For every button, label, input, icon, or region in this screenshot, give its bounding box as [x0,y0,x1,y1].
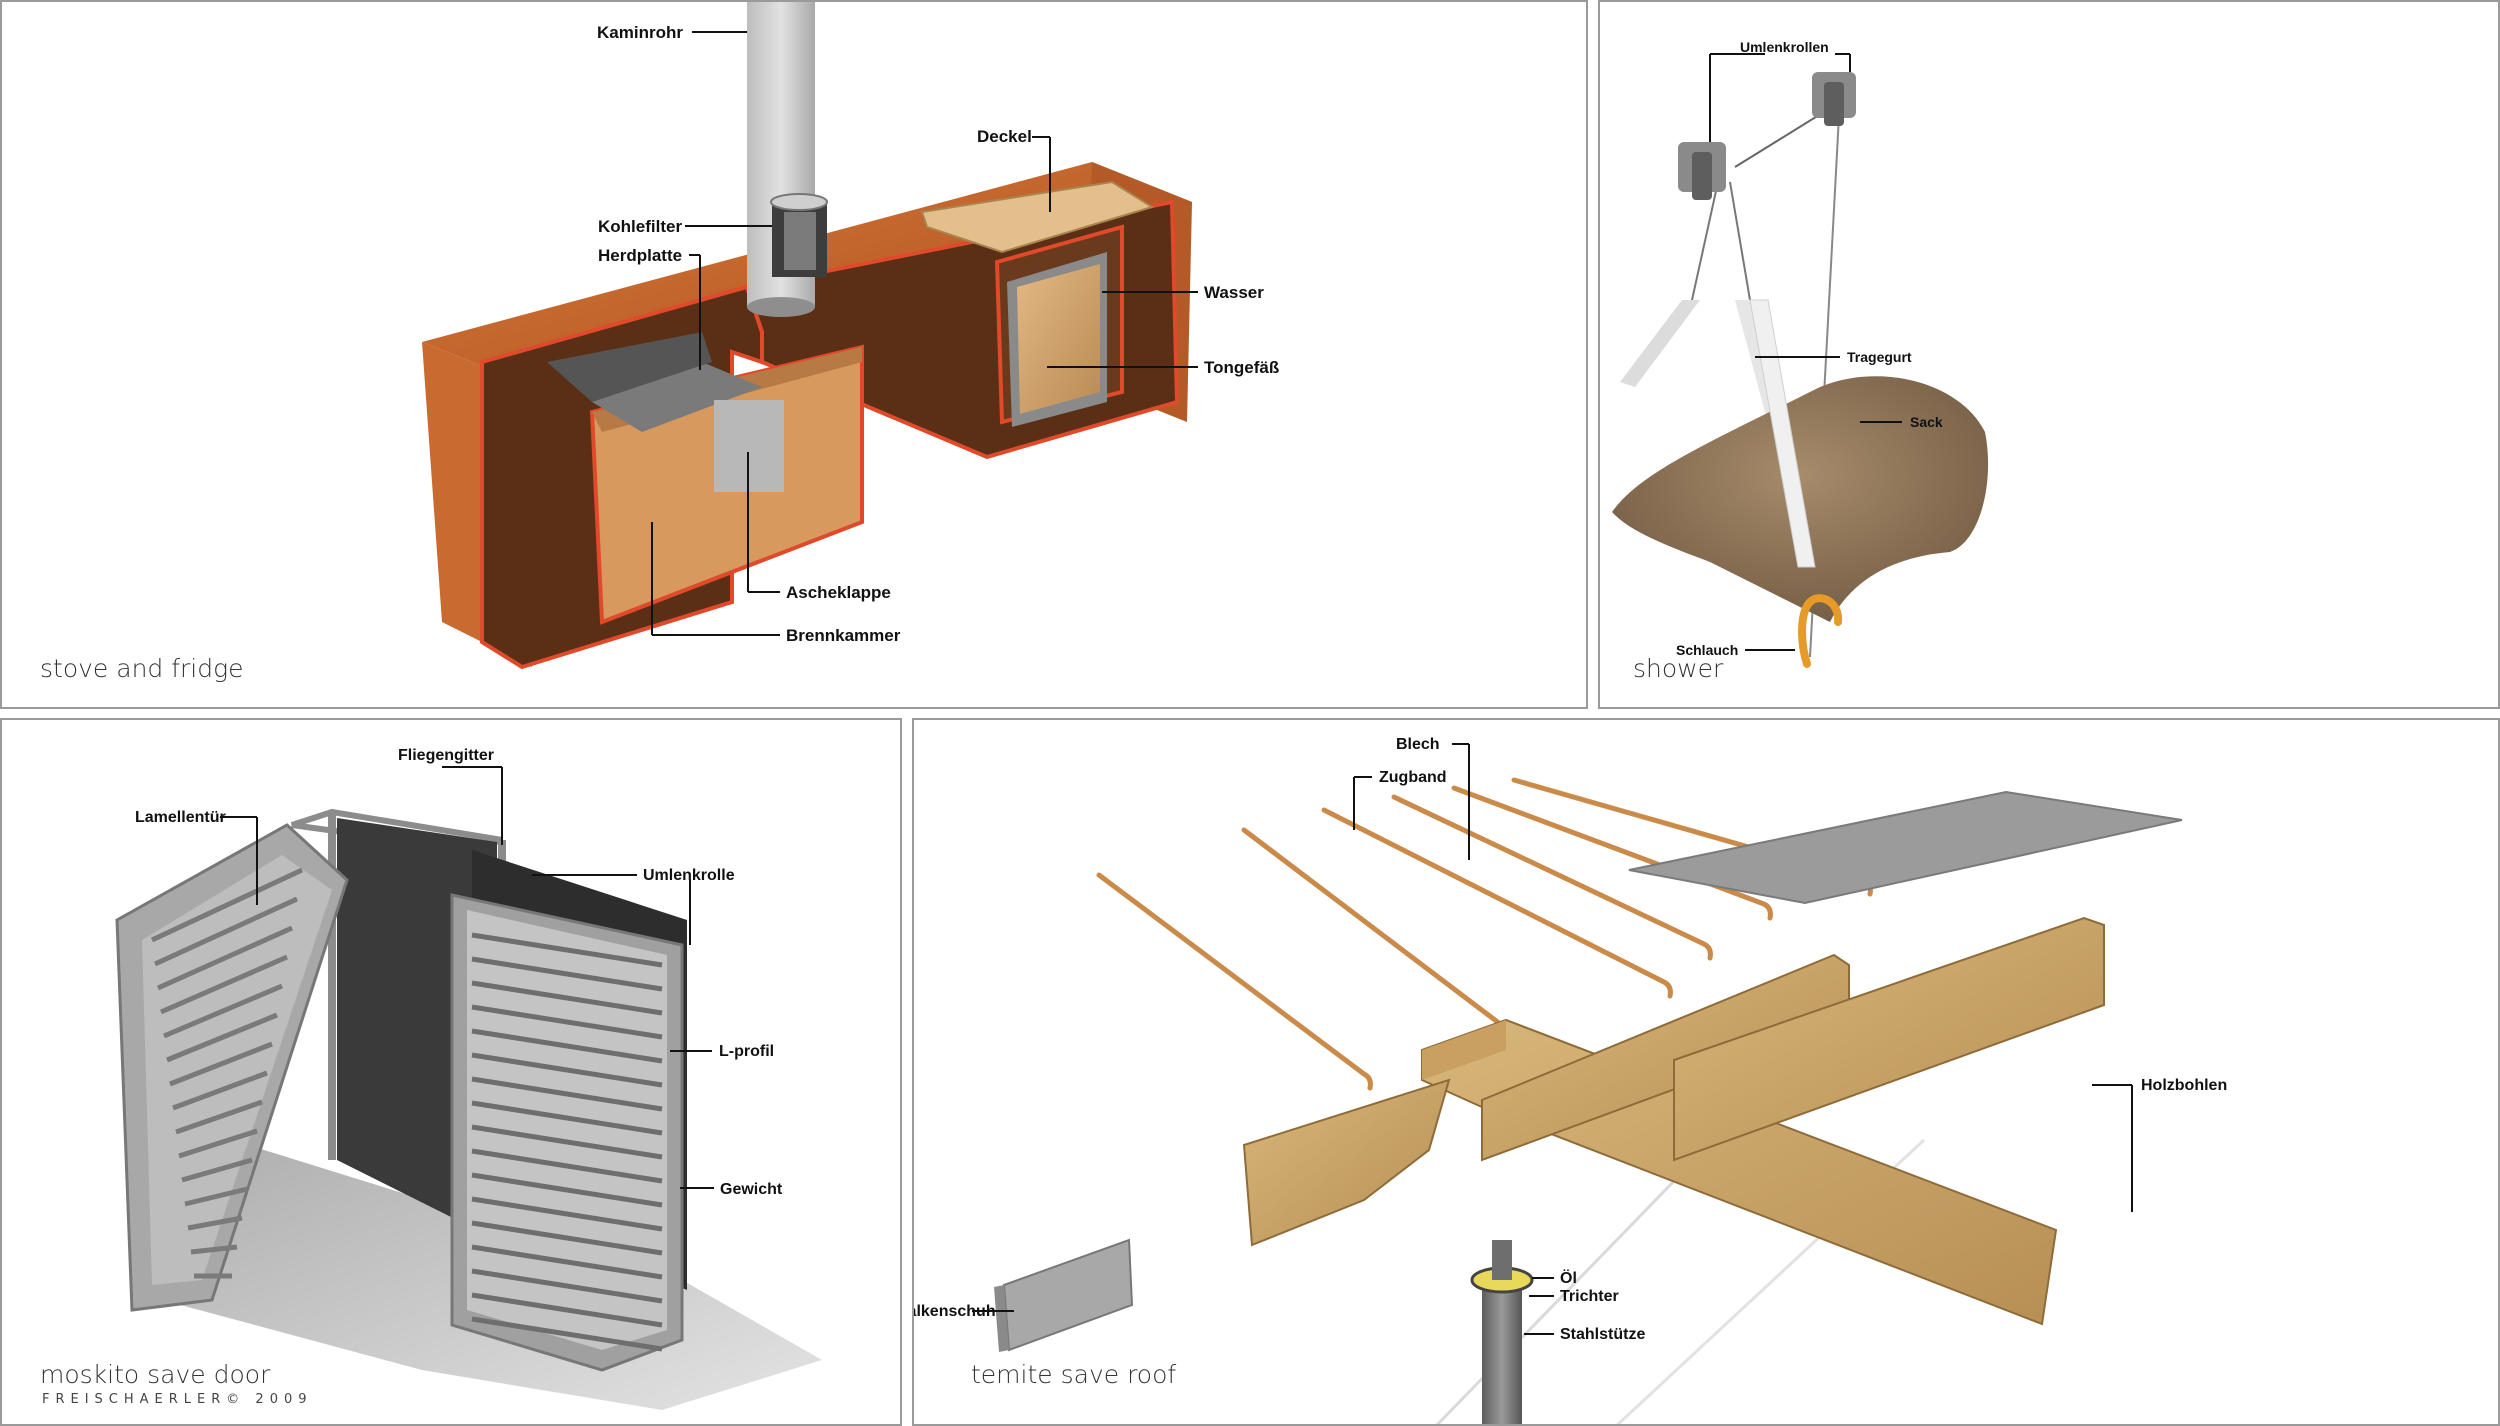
label-umlenkrolle: Umlenkrolle [643,867,735,884]
label-fliegengitter: Fliegengitter [398,747,494,764]
tension-rod [1096,872,1373,1091]
panel-termite-roof: Blech Zugband Holzbohlen Öl Trichter Bal… [912,718,2500,1426]
label-gewicht: Gewicht [720,1181,783,1198]
wood-plank-front [1242,1078,1451,1247]
tension-rod [1241,827,1533,1059]
label-stahlstuetze: Stahlstütze [1560,1326,1645,1343]
label-zugband: Zugband [1379,769,1447,786]
pulley-right [1812,72,1856,126]
panel-moskito-door: Fliegengitter Lamellentür Umlenkrolle L-… [0,718,902,1426]
label-brennkammer: Brennkammer [786,626,901,645]
label-l-profil: L-profil [719,1043,774,1060]
label-tongefaess: Tongefäß [1204,358,1279,377]
label-kohlefilter: Kohlefilter [598,217,682,236]
label-deckel: Deckel [977,127,1032,146]
label-wasser: Wasser [1204,283,1264,302]
panel-title: stove and fridge [40,654,244,683]
label-sack: Sack [1910,414,1943,430]
label-blech: Blech [1396,736,1440,753]
label-tragegurt: Tragegurt [1847,349,1912,365]
pulley-left [1678,142,1726,200]
label-ascheklappe: Ascheklappe [786,583,891,602]
label-holzbohlen: Holzbohlen [2141,1077,2227,1094]
wood-plank-upper [1673,916,2105,1162]
credit-line: FREISCHAERLER© 2009 [42,1392,313,1407]
metal-sheet [1628,790,2183,905]
shower-illustration: Umlenkrollen Tragegurt Sack Schlauch [1612,39,1989,668]
roof-illustration: Blech Zugband Holzbohlen Öl Trichter Bal… [914,736,2227,1424]
stove-labels: Kaminrohr Deckel Kohlefilter Herdplatte … [597,23,1279,645]
label-trichter: Trichter [1560,1288,1619,1305]
label-umlenkrollen: Umlenkrollen [1740,39,1829,55]
panel-title: temite save roof [971,1360,1177,1389]
label-oel: Öl [1560,1268,1577,1287]
panel-shower: Umlenkrollen Tragegurt Sack Schlauch sho… [1598,0,2500,709]
panel-title: shower [1633,654,1724,683]
steel-post [1482,1290,1522,1424]
panel-stove-fridge: Kaminrohr Deckel Kohlefilter Herdplatte … [0,0,1588,709]
label-kaminrohr: Kaminrohr [597,23,683,42]
label-lamellentuer: Lamellentür [135,809,226,826]
label-herdplatte: Herdplatte [598,246,682,265]
door-illustration: Fliegengitter Lamellentür Umlenkrolle L-… [115,747,822,1410]
beam-shoe [1002,1238,1134,1352]
panel-title: moskito save door [40,1360,271,1389]
carry-strap [1620,300,1700,387]
label-balkenschuh: Balkenschuh [914,1303,996,1320]
